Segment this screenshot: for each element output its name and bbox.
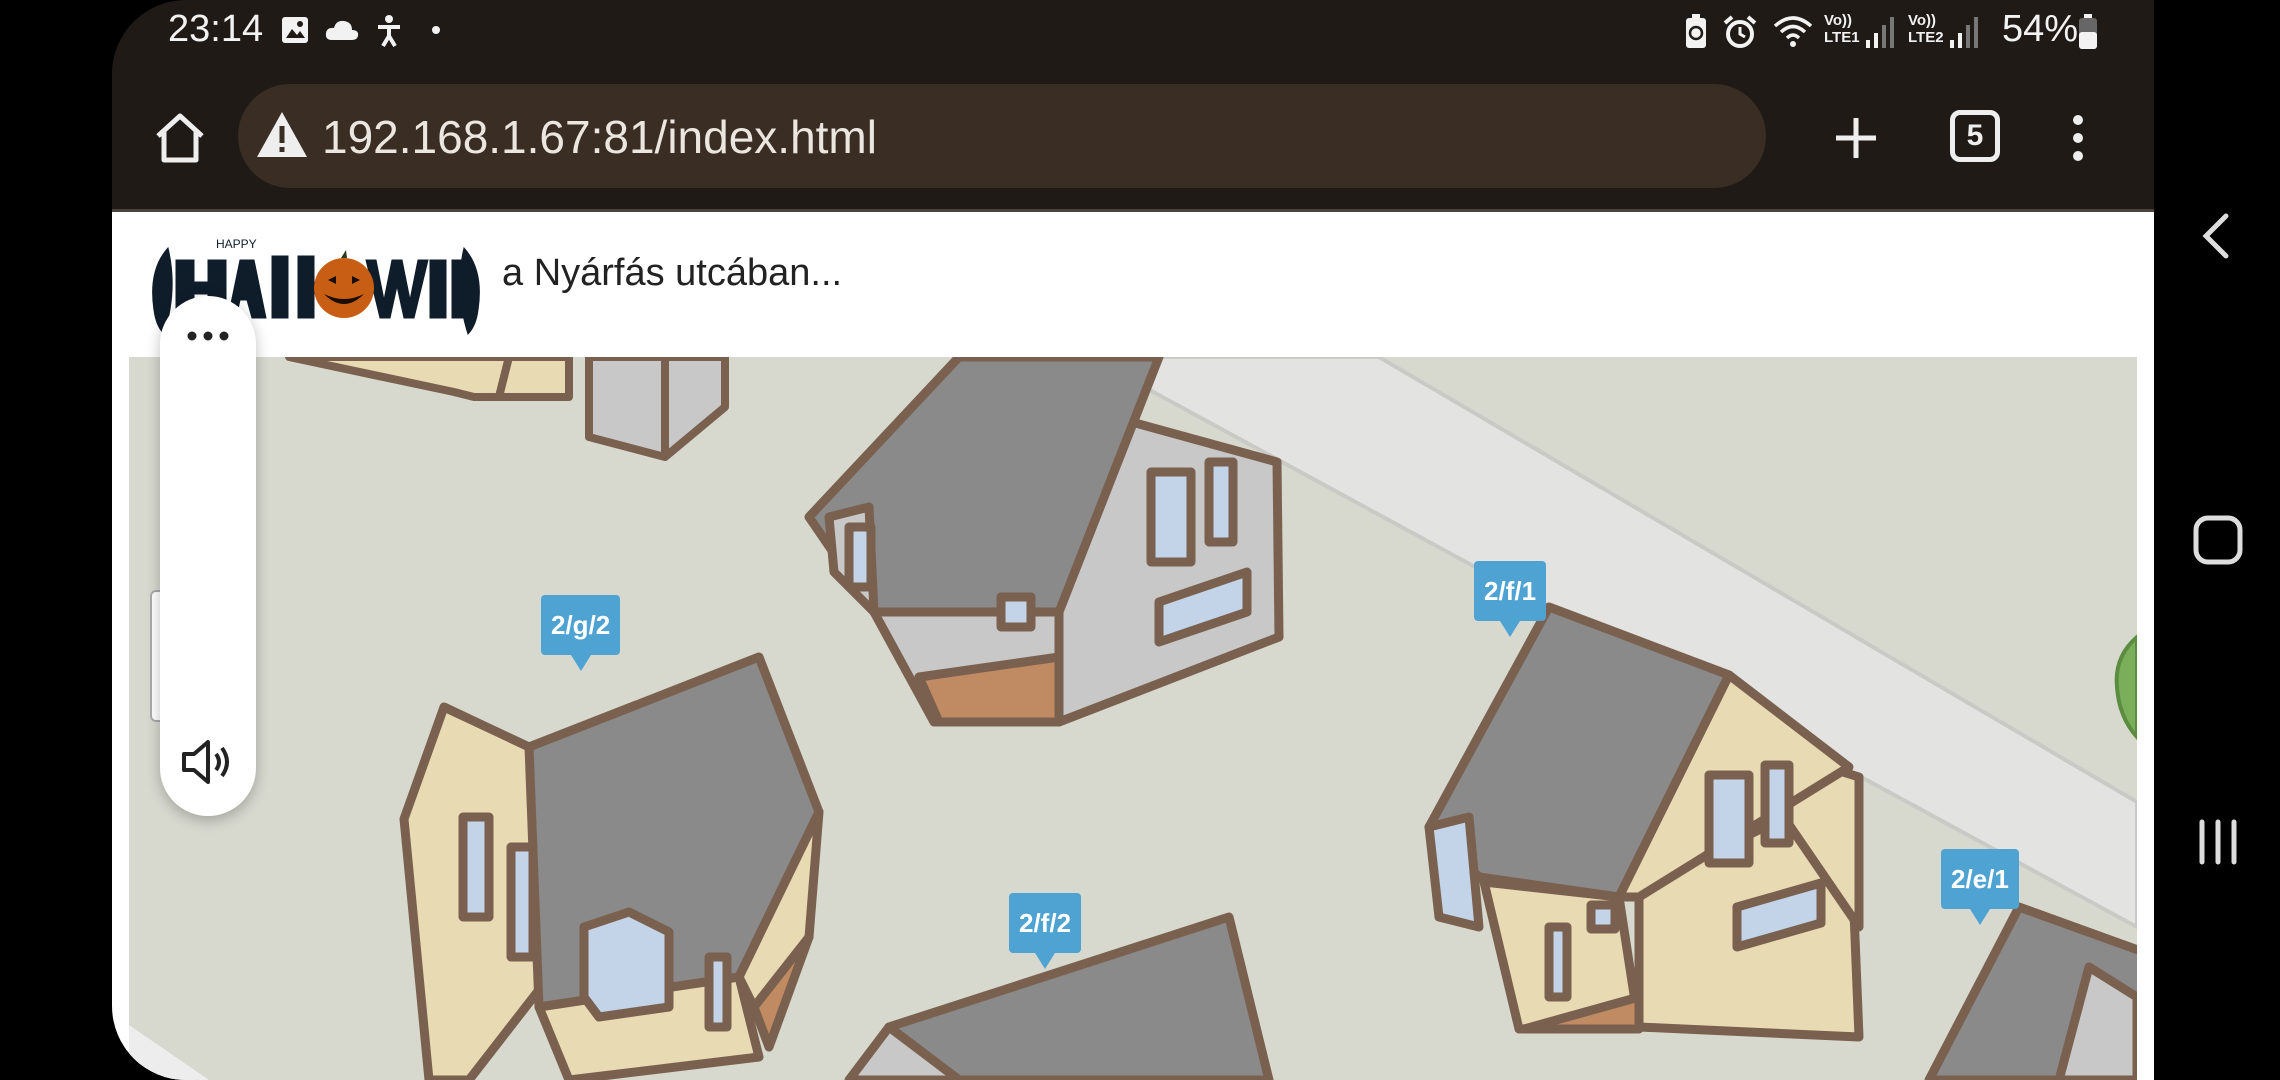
map-marker-2-e-1[interactable]: 2/e/1 xyxy=(1941,849,2019,925)
clock: 23:14 xyxy=(168,8,264,50)
system-navigation-bar xyxy=(2154,0,2280,1080)
signal-lte2-icon: Vo)) LTE2 xyxy=(1908,12,1980,52)
map-marker-2-f-2[interactable]: 2/f/2 xyxy=(1009,893,1082,969)
home-icon[interactable] xyxy=(148,106,212,170)
street-map[interactable]: 2/g/2 2/f/1 2/f/2 2/e/1 xyxy=(129,357,2137,1080)
lte1-label: Vo)) LTE1 xyxy=(1824,12,1860,46)
volume-icon[interactable] xyxy=(176,730,240,794)
browser-toolbar: 192.168.1.67:81/index.html 5 xyxy=(112,64,2154,212)
cloud-icon xyxy=(325,20,359,40)
dot-icon xyxy=(432,26,440,34)
side-panel-pill xyxy=(160,296,256,816)
status-bar: 23:14 Vo)) LTE1 Vo)) LTE2 54% xyxy=(112,0,2154,64)
warning-icon[interactable] xyxy=(256,110,308,160)
battery-icon xyxy=(2079,14,2097,49)
signal-lte1-icon: Vo)) LTE1 xyxy=(1824,12,1896,52)
recents-icon[interactable] xyxy=(2190,814,2246,870)
lte2-label: Vo)) LTE2 xyxy=(1908,12,1944,46)
wifi-icon xyxy=(1773,16,1813,47)
battery-saver-icon xyxy=(1686,14,1706,48)
battery-percent: 54% xyxy=(2002,8,2079,50)
back-icon[interactable] xyxy=(2190,208,2246,264)
map-marker-2-f-1[interactable]: 2/f/1 xyxy=(1474,561,1547,637)
web-page: HAPPY a Nyárfás utcában... 2/g/2 2/f/1 2… xyxy=(112,212,2154,1080)
tab-switcher-button[interactable]: 5 xyxy=(1950,110,2000,162)
home-square-icon[interactable] xyxy=(2190,512,2246,568)
plus-icon[interactable] xyxy=(1824,106,1888,170)
address-bar[interactable]: 192.168.1.67:81/index.html xyxy=(238,84,1766,188)
site-subtitle: a Nyárfás utcában... xyxy=(502,252,843,294)
svg-text:HAPPY: HAPPY xyxy=(216,237,257,251)
accessibility-icon xyxy=(378,15,400,48)
image-icon xyxy=(282,17,308,43)
phone-screen: 23:14 Vo)) LTE1 Vo)) LTE2 54% 192.168.1.… xyxy=(112,0,2154,1080)
map-illustration xyxy=(129,357,2137,1080)
url-text[interactable]: 192.168.1.67:81/index.html xyxy=(322,110,877,164)
map-marker-2-g-2[interactable]: 2/g/2 xyxy=(541,595,621,671)
more-horiz-icon[interactable] xyxy=(180,316,236,356)
more-vert-icon[interactable] xyxy=(2058,106,2098,170)
alarm-icon xyxy=(1723,15,1757,48)
site-header: HAPPY a Nyárfás utcában... xyxy=(112,212,2154,357)
